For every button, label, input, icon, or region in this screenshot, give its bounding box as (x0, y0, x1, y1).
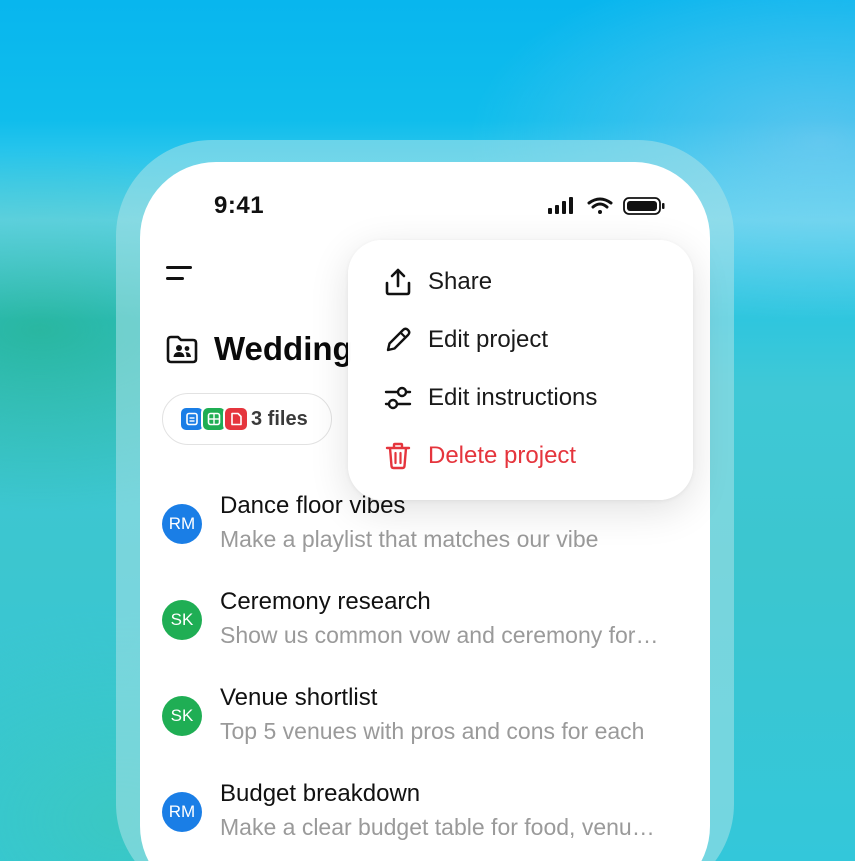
files-count-label: 3 files (251, 407, 308, 430)
avatar: SK (162, 600, 202, 640)
chat-title: Budget breakdown (220, 780, 421, 807)
chat-list-item[interactable]: RM Budget breakdown Make a clear budget … (162, 770, 702, 861)
cellular-signal-icon (548, 197, 573, 214)
trash-icon (385, 442, 411, 470)
menu-item-share[interactable]: Share (382, 262, 672, 302)
project-files-button[interactable]: 3 files (162, 393, 332, 445)
menu-item-edit-instructions[interactable]: Edit instructions (382, 378, 672, 418)
avatar: RM (162, 792, 202, 832)
status-time: 9:41 (214, 192, 265, 219)
status-icons (548, 196, 668, 216)
share-icon (385, 268, 411, 296)
menu-line-bottom (166, 277, 184, 280)
chat-list-item[interactable]: SK Ceremony research Show us common vow … (162, 578, 702, 674)
battery-icon (623, 197, 665, 215)
pencil-icon (386, 327, 411, 352)
chat-subtitle: Top 5 venues with pros and cons for each (220, 718, 645, 744)
chat-list-item[interactable]: SK Venue shortlist Top 5 venues with pro… (162, 674, 702, 770)
menu-item-delete-project[interactable]: Delete project (382, 436, 672, 476)
avatar: RM (162, 504, 202, 544)
chat-list: RM Dance floor vibes Make a playlist tha… (162, 482, 702, 861)
menu-item-label: Share (428, 268, 493, 295)
wifi-icon (587, 197, 613, 214)
sidebar-menu-button[interactable] (166, 264, 196, 286)
sliders-icon (384, 386, 412, 410)
people-folder-icon (166, 335, 198, 364)
chat-subtitle: Make a clear budget table for food, venu… (220, 814, 655, 840)
menu-item-label: Edit project (428, 326, 549, 353)
menu-line-top (166, 266, 192, 269)
chat-title: Ceremony research (220, 588, 431, 615)
menu-item-edit-project[interactable]: Edit project (382, 320, 672, 360)
avatar: SK (162, 696, 202, 736)
menu-item-label: Delete project (428, 442, 577, 469)
project-header: Wedding (164, 330, 353, 368)
chat-subtitle: Make a playlist that matches our vibe (220, 526, 599, 552)
chat-title: Venue shortlist (220, 684, 378, 711)
chat-subtitle: Show us common vow and ceremony for… (220, 622, 659, 648)
menu-item-label: Edit instructions (428, 384, 598, 411)
project-options-menu: Share Edit project Edit instructions Del… (348, 240, 693, 500)
file-icons (179, 406, 249, 432)
pdf-icon (223, 406, 249, 432)
project-title: Wedding (214, 330, 353, 367)
